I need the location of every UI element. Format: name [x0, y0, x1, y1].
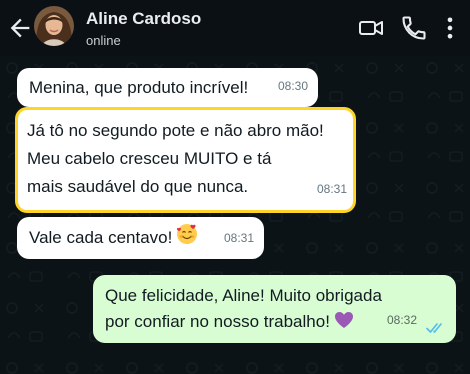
message-text: por confiar no nosso trabalho! [105, 312, 330, 331]
more-vertical-icon[interactable] [436, 14, 464, 42]
message-time: 08:30 [277, 79, 308, 93]
message-text: Meu cabelo cresceu MUITO e tá [27, 149, 272, 168]
video-call-icon[interactable] [357, 14, 385, 42]
contact-name[interactable]: Aline Cardoso [86, 9, 201, 29]
arrow-left-icon[interactable] [6, 14, 34, 42]
chat-screen: Aline Cardoso online Menina, que produto… [0, 0, 470, 374]
avatar[interactable] [34, 6, 74, 46]
double-check-read-icon [426, 323, 442, 333]
highlighted-incoming-message[interactable]: Já tô no segundo pote e não abro mão! Me… [15, 107, 356, 213]
incoming-message[interactable]: Vale cada centavo! 08:31 [17, 217, 264, 259]
message-time: 08:31 [316, 182, 347, 196]
purple-heart-emoji [334, 312, 353, 328]
outgoing-message[interactable]: Que felicidade, Aline! Muito obrigada po… [93, 275, 456, 343]
incoming-message[interactable]: Menina, que produto incrível! 08:30 [17, 68, 318, 107]
message-time: 08:32 [386, 313, 417, 327]
chat-header: Aline Cardoso online [0, 0, 470, 56]
phone-icon[interactable] [400, 14, 428, 42]
smiling-face-with-hearts-emoji [177, 224, 198, 244]
message-text-group: por confiar no nosso trabalho! [105, 307, 354, 336]
message-text: Menina, que produto incrível! [29, 78, 249, 97]
message-text: Que felicidade, Aline! Muito obrigada [105, 286, 382, 305]
message-text-group: Vale cada centavo! [29, 223, 198, 252]
message-time: 08:31 [223, 231, 254, 245]
presence-status: online [86, 33, 121, 48]
message-list: Menina, que produto incrível! 08:30 Já t… [0, 56, 470, 374]
message-text: mais saudável do que nunca. [27, 177, 249, 196]
message-text: Já tô no segundo pote e não abro mão! [27, 121, 324, 140]
message-text: Vale cada centavo! [29, 228, 173, 247]
